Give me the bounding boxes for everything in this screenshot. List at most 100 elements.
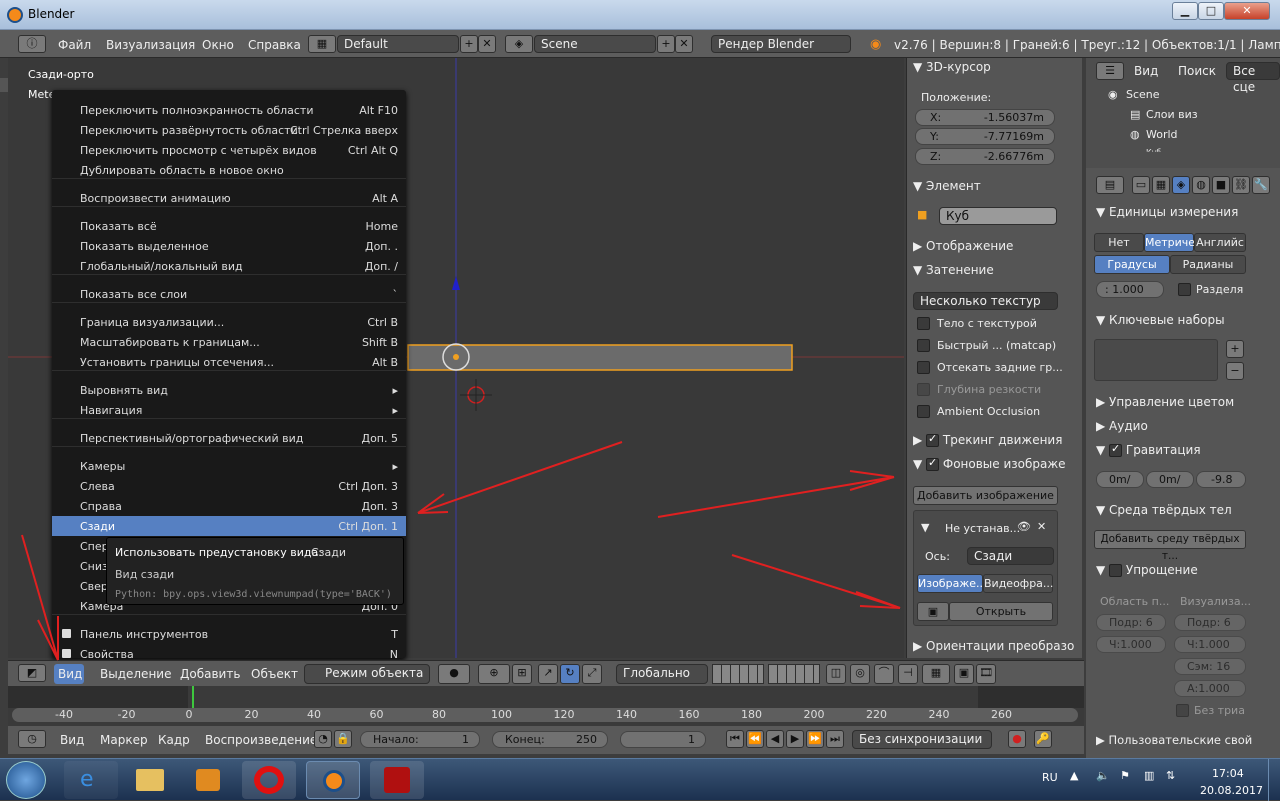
scene-add-icon[interactable]: + bbox=[657, 35, 675, 53]
rotate-icon[interactable]: ↻ bbox=[560, 664, 580, 684]
close-button[interactable]: ✕ bbox=[1224, 2, 1270, 20]
view-menu-item[interactable]: Показать все слои ` bbox=[52, 284, 406, 304]
render-child-field[interactable]: Ч:1.000 bbox=[1174, 636, 1246, 653]
snap-element-icon[interactable]: ⊣ bbox=[898, 664, 918, 684]
lock-range-icon[interactable]: 🔒 bbox=[334, 730, 352, 748]
orientations-panel-header[interactable]: ▶ Ориентации преобразо bbox=[913, 639, 1074, 653]
view-menu-item[interactable]: Справа Доп. 3 bbox=[52, 496, 406, 516]
editor-type-info-icon[interactable]: ⓘ bbox=[18, 35, 46, 53]
audio-header[interactable]: ▶ Аудио bbox=[1096, 419, 1148, 433]
menu-window[interactable]: Окно bbox=[202, 38, 234, 52]
ao-checkbox[interactable] bbox=[917, 405, 930, 418]
units-metric-button[interactable]: Метриче bbox=[1144, 233, 1195, 252]
translate-icon[interactable]: ↗ bbox=[538, 664, 558, 684]
header-object-menu[interactable]: Объект bbox=[251, 667, 298, 681]
units-imperial-button[interactable]: Английс bbox=[1194, 233, 1246, 252]
view-menu-item[interactable]: Переключить развёрнутость области Ctrl Ст… bbox=[52, 120, 406, 140]
outliner-cube[interactable]: Куб bbox=[1146, 148, 1161, 152]
scene-icon[interactable]: ◈ bbox=[505, 35, 533, 53]
layers-tab-icon[interactable]: ▦ bbox=[1152, 176, 1170, 194]
clock-time[interactable]: 17:04 bbox=[1212, 767, 1244, 780]
gravity-header[interactable]: ▼ Гравитация bbox=[1096, 442, 1201, 457]
sync-select[interactable]: Без синхронизации bbox=[852, 730, 992, 749]
world-tab-icon[interactable]: ◍ bbox=[1192, 176, 1210, 194]
jump-start-icon[interactable]: ⏮ bbox=[726, 730, 744, 748]
degrees-button[interactable]: Градусы bbox=[1094, 255, 1170, 274]
bg-images-panel-header[interactable]: ▼ Фоновые изображе bbox=[913, 456, 1066, 471]
view-menu-item[interactable]: Переключить просмотр с четырёх видов Ctrl… bbox=[52, 140, 406, 160]
start-frame-field[interactable]: Начало: 1 bbox=[360, 731, 480, 748]
tab-image[interactable]: Изображе... bbox=[917, 574, 986, 593]
view-menu-item[interactable]: Установить границы отсечения... Alt B bbox=[52, 352, 406, 372]
scene-tab-icon[interactable]: ◈ bbox=[1172, 176, 1190, 194]
bg-remove-icon[interactable]: ✕ bbox=[1037, 520, 1046, 533]
unit-scale-field[interactable]: : 1.000 bbox=[1096, 281, 1164, 298]
view-menu-item[interactable]: Камеры ▸ bbox=[52, 456, 406, 476]
layout-icon[interactable]: ▦ bbox=[308, 35, 336, 53]
flag-icon[interactable]: ⚑ bbox=[1120, 769, 1130, 782]
manipulator-icon[interactable]: ⊞ bbox=[512, 664, 532, 684]
units-panel-header[interactable]: ▼ Единицы измерения bbox=[1096, 205, 1238, 219]
blender-taskbar-icon[interactable] bbox=[306, 761, 360, 799]
view-menu-item[interactable]: Показать выделенное Доп. . bbox=[52, 236, 406, 256]
start-button[interactable] bbox=[6, 761, 46, 799]
open-button[interactable]: Открыть bbox=[949, 602, 1053, 621]
clock-date[interactable]: 20.08.2017 bbox=[1200, 784, 1263, 797]
textured-solid-checkbox[interactable] bbox=[917, 317, 930, 330]
layout-add-icon[interactable]: + bbox=[460, 35, 478, 53]
language-indicator[interactable]: RU bbox=[1042, 771, 1058, 784]
toolshelf-toggle[interactable] bbox=[0, 78, 8, 92]
lock-camera-icon[interactable]: ◫ bbox=[826, 664, 846, 684]
maximize-button[interactable]: □ bbox=[1198, 2, 1224, 20]
end-frame-field[interactable]: Конец: 250 bbox=[492, 731, 608, 748]
outliner-render-layers[interactable]: Слои виз bbox=[1146, 108, 1198, 121]
item-name-field[interactable]: Куб bbox=[939, 207, 1057, 225]
tl-view-menu[interactable]: Вид bbox=[60, 733, 84, 747]
header-view-menu[interactable]: Вид bbox=[58, 667, 82, 681]
viewport-child-field[interactable]: Ч:1.000 bbox=[1096, 636, 1166, 653]
item-panel-header[interactable]: ▼ Элемент bbox=[913, 179, 981, 193]
axis-select[interactable]: Сзади bbox=[967, 547, 1054, 565]
shading-select-icon[interactable]: ● bbox=[438, 664, 470, 684]
next-keyframe-icon[interactable]: ⏩ bbox=[806, 730, 824, 748]
layers-grid-1[interactable] bbox=[712, 664, 764, 684]
layout-remove-icon[interactable]: ✕ bbox=[478, 35, 496, 53]
current-frame-field[interactable]: 1 bbox=[620, 731, 706, 748]
preview-range-icon[interactable]: ◔ bbox=[314, 730, 332, 748]
view-menu-item[interactable]: Масштабировать к границам... Shift B bbox=[52, 332, 406, 352]
mode-select[interactable]: Режим объекта bbox=[304, 664, 430, 684]
opera-taskbar-icon[interactable] bbox=[242, 761, 296, 799]
snap-icon[interactable]: ⌒ bbox=[874, 664, 894, 684]
show-desktop-button[interactable] bbox=[1268, 759, 1280, 801]
tl-frame-menu[interactable]: Кадр bbox=[158, 733, 190, 747]
ao-samples-field[interactable]: А:1.000 bbox=[1174, 680, 1246, 697]
menu-render[interactable]: Визуализация bbox=[106, 38, 195, 52]
orientation-select[interactable]: Глобально bbox=[616, 664, 708, 684]
tl-marker-menu[interactable]: Маркер bbox=[100, 733, 148, 747]
radians-button[interactable]: Радианы bbox=[1170, 255, 1246, 274]
layout-field[interactable]: Default bbox=[337, 35, 459, 53]
current-frame-line[interactable] bbox=[192, 686, 194, 708]
gravity-y-field[interactable]: 0m/ bbox=[1146, 471, 1194, 488]
gravity-x-field[interactable]: 0m/ bbox=[1096, 471, 1144, 488]
keying-add-icon[interactable]: + bbox=[1226, 340, 1244, 358]
rigid-body-header[interactable]: ▼ Среда твёрдых тел bbox=[1096, 503, 1232, 517]
jump-end-icon[interactable]: ⏭ bbox=[826, 730, 844, 748]
opengl-render-icon[interactable]: ▣ bbox=[954, 664, 974, 684]
outliner-editor-icon[interactable]: ☰ bbox=[1096, 62, 1124, 80]
view-menu-item[interactable]: Воспроизвести анимацию Alt A bbox=[52, 188, 406, 208]
explorer-taskbar-icon[interactable] bbox=[122, 761, 176, 799]
outliner-view-menu[interactable]: Вид bbox=[1134, 64, 1158, 78]
network-activity-icon[interactable]: ⇅ bbox=[1166, 769, 1175, 782]
view-menu-item[interactable]: Дублировать область в новое окно bbox=[52, 160, 406, 180]
scene-remove-icon[interactable]: ✕ bbox=[675, 35, 693, 53]
add-image-button[interactable]: Добавить изображение bbox=[913, 486, 1058, 505]
cursor-y-field[interactable]: Y: -7.77169m bbox=[915, 128, 1055, 145]
backface-checkbox[interactable] bbox=[917, 361, 930, 374]
keying-sets-list[interactable] bbox=[1094, 339, 1218, 381]
outliner-world[interactable]: World bbox=[1146, 128, 1178, 141]
play-icon[interactable]: ▶ bbox=[786, 730, 804, 748]
view-menu-item[interactable]: Навигация ▸ bbox=[52, 400, 406, 420]
3d-editor-icon[interactable]: ◩ bbox=[18, 664, 46, 682]
network-icon[interactable]: ▥ bbox=[1144, 769, 1154, 782]
